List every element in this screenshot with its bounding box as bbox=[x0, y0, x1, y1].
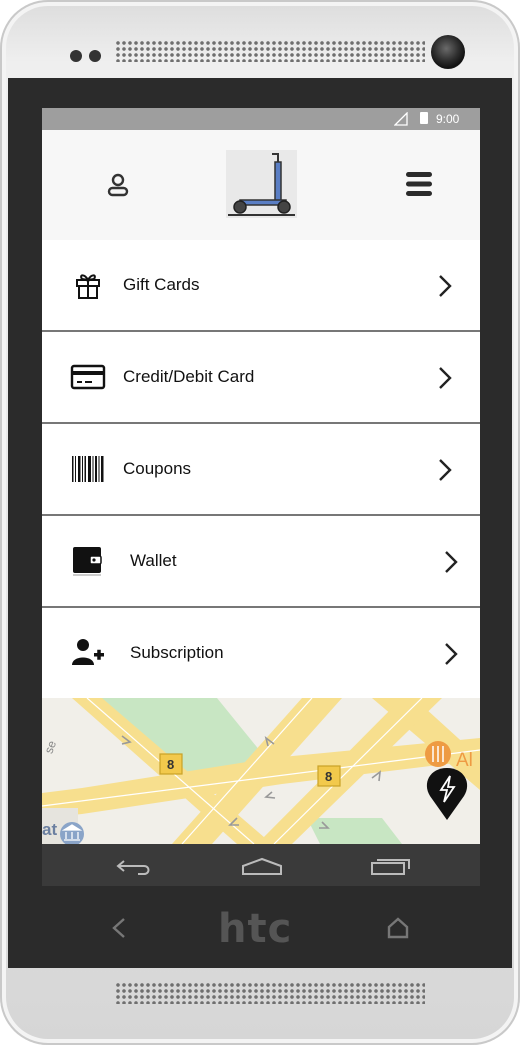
app-header bbox=[42, 130, 480, 242]
credit-card-icon bbox=[70, 364, 106, 390]
map-view[interactable]: 8 8 Al at se bbox=[42, 698, 480, 844]
status-bar: 9:00 bbox=[42, 108, 480, 130]
chevron-right-icon bbox=[445, 643, 458, 665]
light-sensor bbox=[89, 50, 101, 62]
chevron-right-icon bbox=[439, 459, 452, 481]
scooter-logo bbox=[226, 150, 297, 218]
earpiece-speaker bbox=[115, 40, 425, 62]
status-time: 9:00 bbox=[436, 112, 460, 126]
chevron-right-icon bbox=[439, 367, 452, 389]
home-icon[interactable] bbox=[240, 856, 284, 876]
menu-item-label: Gift Cards bbox=[123, 275, 200, 294]
menu-item-label: Coupons bbox=[123, 459, 192, 478]
recent-apps-icon[interactable] bbox=[370, 856, 412, 876]
bottom-speaker bbox=[115, 982, 425, 1004]
user-icon[interactable] bbox=[106, 171, 130, 199]
android-nav-bar bbox=[42, 844, 480, 886]
wallet-icon bbox=[73, 547, 102, 576]
menu-item-coupons[interactable]: Coupons bbox=[42, 424, 480, 516]
brand-logo: htc bbox=[218, 906, 293, 952]
menu-item-label: Wallet bbox=[130, 551, 177, 570]
menu-item-gift-cards[interactable]: Gift Cards bbox=[42, 240, 480, 332]
signal-icon bbox=[394, 112, 408, 126]
phone-frame: 9:00 Gift Cards Credit/Debit Card Coupon… bbox=[0, 0, 520, 1045]
road-label: 8 bbox=[167, 757, 175, 772]
menu-item-credit-debit-card[interactable]: Credit/Debit Card bbox=[42, 332, 480, 424]
back-icon[interactable] bbox=[112, 856, 154, 876]
menu-item-subscription[interactable]: Subscription bbox=[42, 608, 480, 700]
scooter-logo-icon bbox=[228, 153, 295, 216]
barcode-icon bbox=[72, 456, 104, 482]
hamburger-menu-icon[interactable] bbox=[406, 170, 432, 198]
gift-icon bbox=[76, 274, 100, 299]
proximity-sensor bbox=[70, 50, 82, 62]
road-label: 8 bbox=[325, 769, 333, 784]
front-camera bbox=[431, 35, 465, 69]
map-canvas bbox=[42, 698, 480, 844]
chevron-right-icon bbox=[439, 275, 452, 297]
menu-item-label: Credit/Debit Card bbox=[123, 367, 255, 386]
screen: 9:00 Gift Cards Credit/Debit Card Coupon… bbox=[42, 108, 480, 886]
hardware-back-icon[interactable] bbox=[108, 916, 130, 940]
poi-label: Al bbox=[456, 750, 473, 771]
hardware-home-icon[interactable] bbox=[386, 916, 410, 940]
add-user-icon bbox=[72, 639, 104, 665]
chevron-right-icon bbox=[445, 551, 458, 573]
menu-item-label: Subscription bbox=[130, 643, 224, 662]
map-partial-text: at bbox=[42, 820, 58, 839]
menu-item-wallet[interactable]: Wallet bbox=[42, 516, 480, 608]
battery-icon bbox=[420, 112, 428, 124]
